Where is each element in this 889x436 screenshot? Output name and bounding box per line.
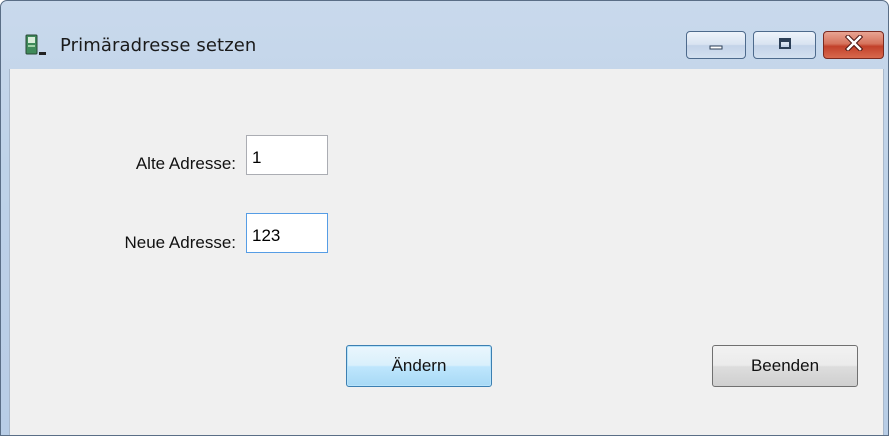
maximize-button[interactable]: [753, 31, 816, 59]
change-button[interactable]: Ändern: [346, 345, 492, 387]
dialog-content: Alte Adresse: Neue Adresse: Ändern Beend…: [9, 69, 884, 435]
old-address-field[interactable]: [246, 135, 328, 175]
app-icon: [23, 34, 47, 58]
close-icon: [844, 33, 863, 55]
close-button[interactable]: [823, 31, 884, 59]
old-address-label: Alte Adresse:: [135, 154, 236, 173]
maximize-icon: [777, 36, 793, 55]
dialog-window: Primäradresse setzen Alte Adresse: Neue …: [0, 0, 889, 436]
window-title: Primäradresse setzen: [60, 35, 257, 56]
exit-button[interactable]: Beenden: [712, 345, 858, 387]
title-bar[interactable]: Primäradresse setzen: [1, 1, 888, 69]
new-address-label: Neue Adresse:: [124, 233, 236, 252]
new-address-field[interactable]: [246, 213, 328, 253]
minimize-button[interactable]: [686, 31, 746, 59]
minimize-icon: [708, 36, 724, 55]
